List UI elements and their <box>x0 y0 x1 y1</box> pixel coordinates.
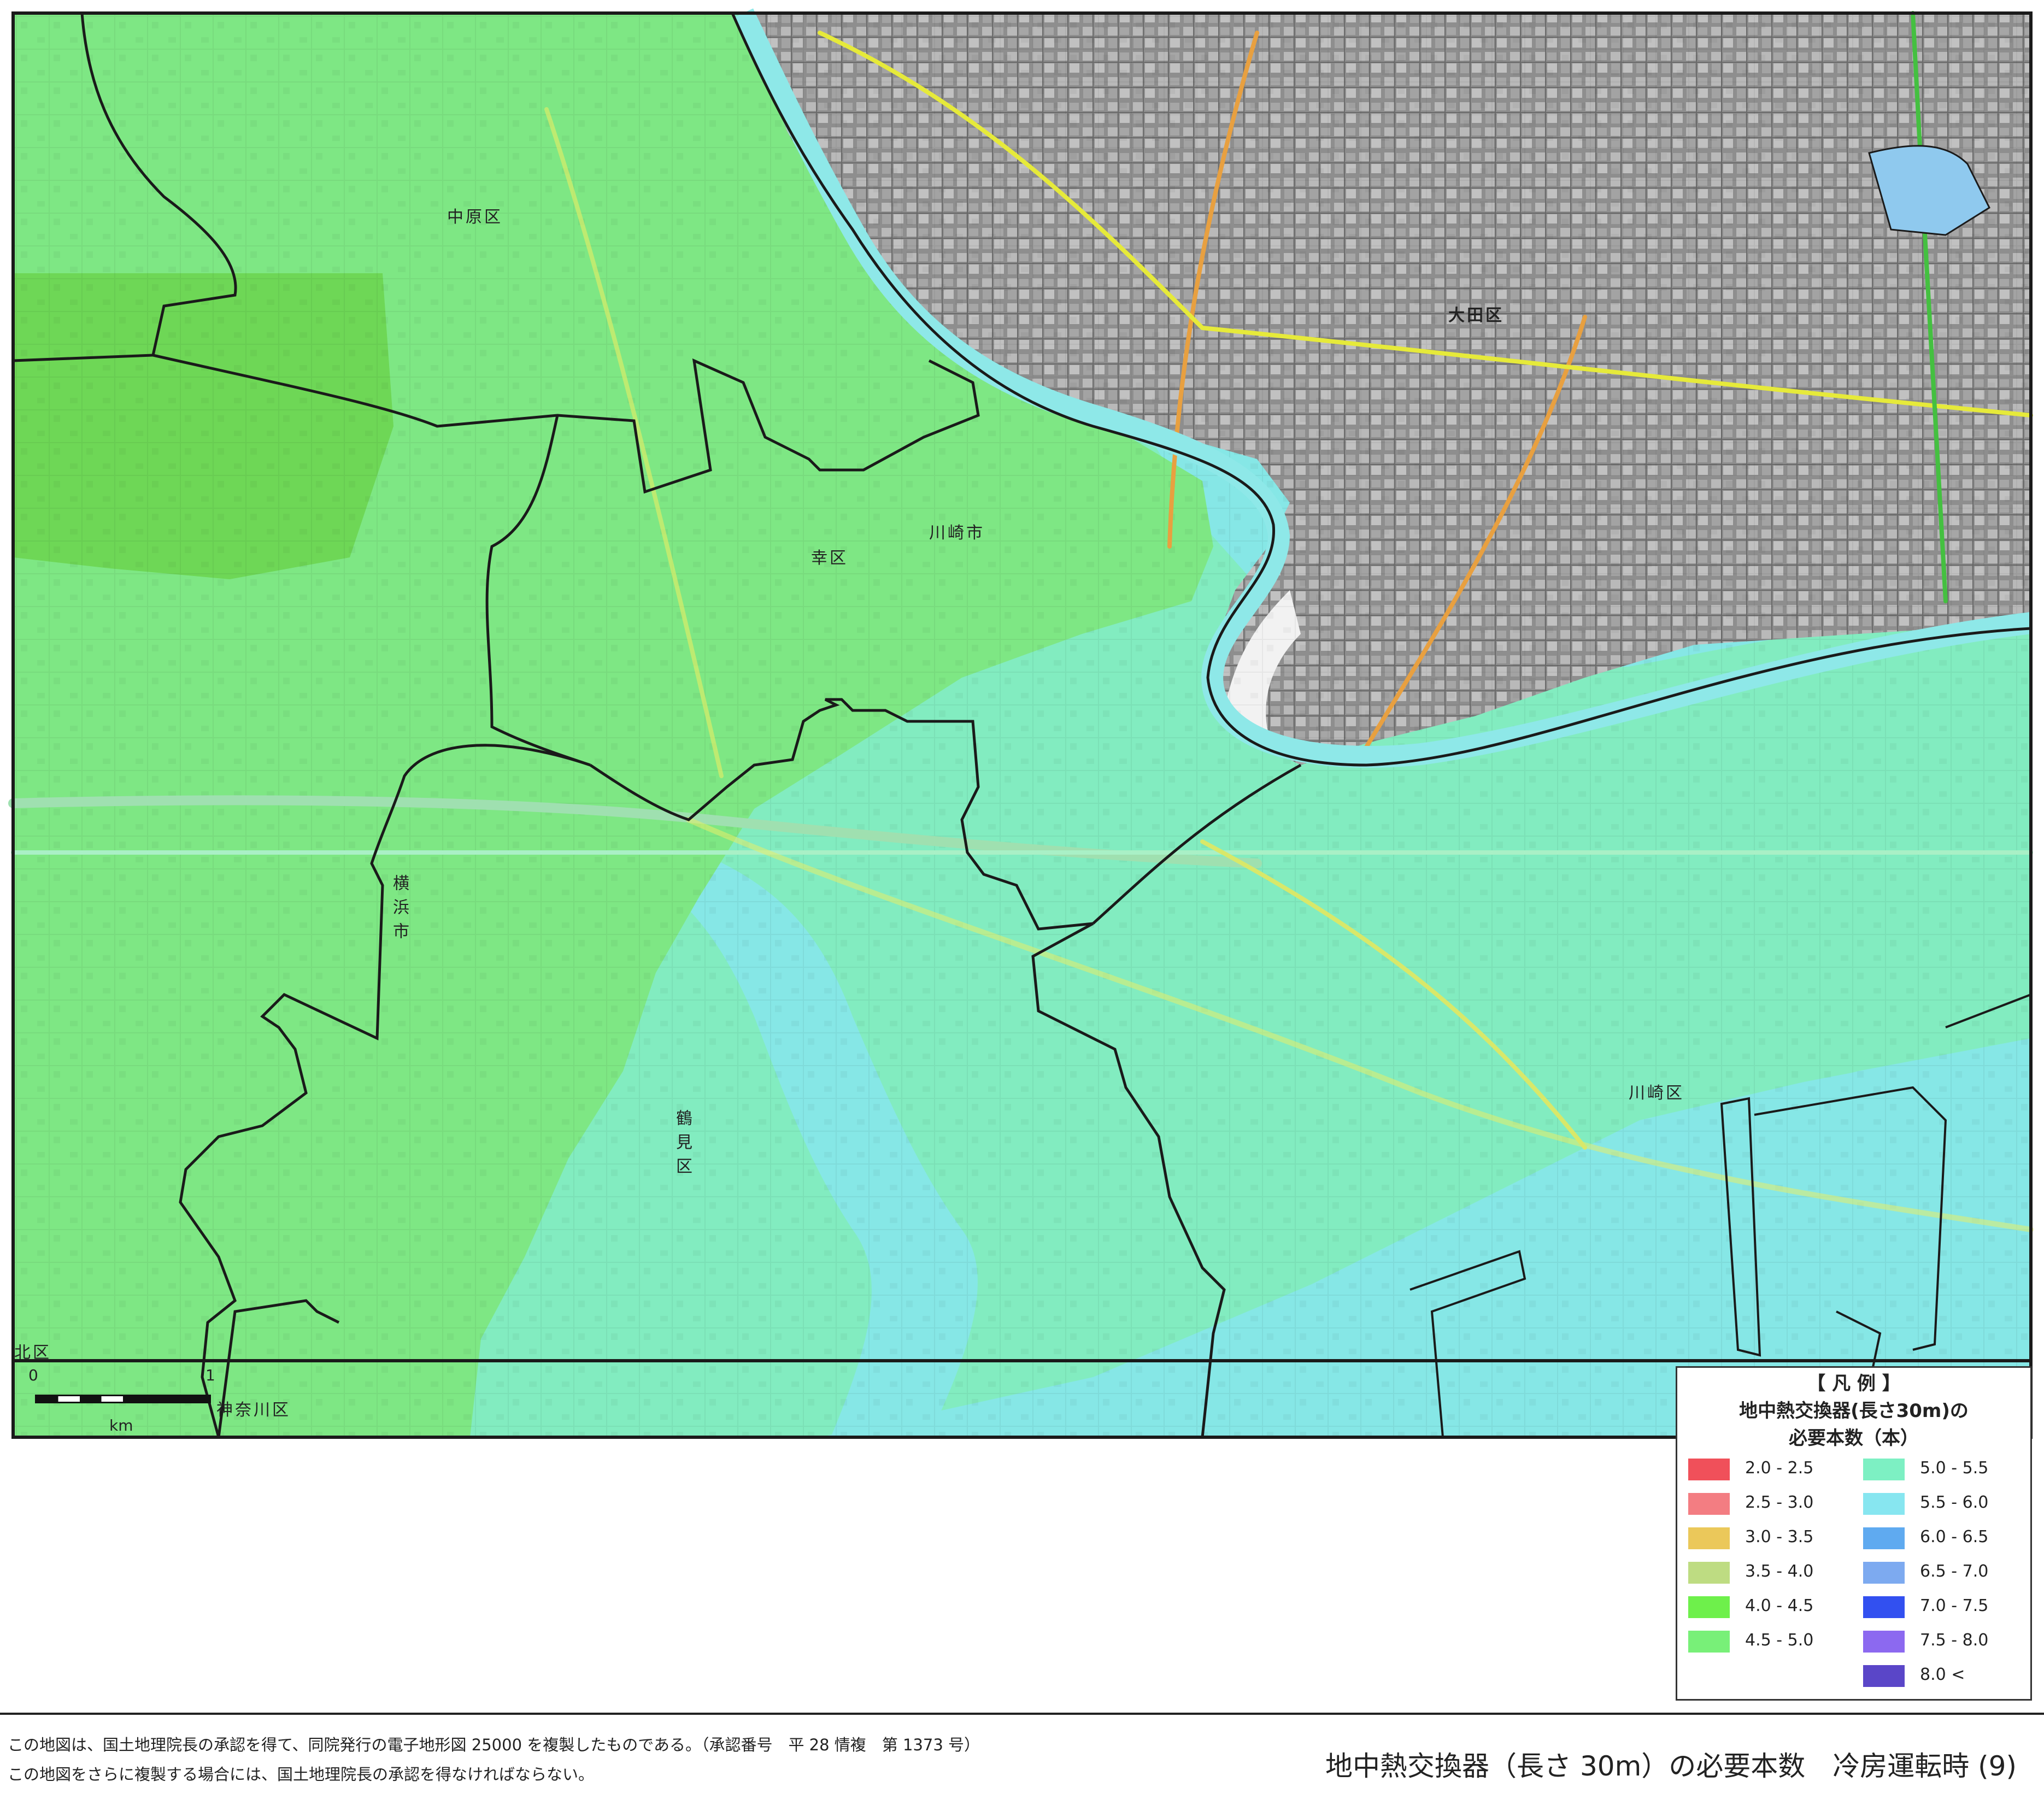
footer: この地図は、国土地理院長の承認を得て、同院発行の電子地形図 25000 を複製し… <box>0 1713 2044 1811</box>
scale-unit: km <box>109 1416 133 1434</box>
label-tsurumi: 鶴見区 <box>673 1109 692 1181</box>
legend-swatch <box>1688 1631 1730 1653</box>
legend-swatch <box>1863 1493 1905 1515</box>
legend-heading: 【 凡 例 】 <box>1807 1373 1901 1395</box>
label-kawasaki-city: 川崎市 <box>929 524 985 543</box>
label-nakahara: 中原区 <box>447 208 503 227</box>
label-saiwai: 幸区 <box>811 549 848 568</box>
legend-label: 5.5 - 6.0 <box>1920 1493 1989 1512</box>
map-texture <box>13 13 2031 1437</box>
legend-subtitle-2: 必要本数（本） <box>1789 1427 1919 1449</box>
legend-swatch <box>1863 1631 1905 1653</box>
legend-swatch <box>1863 1596 1905 1618</box>
scale-bar-graphic <box>35 1395 211 1403</box>
label-ota: 大田区 <box>1448 306 1504 325</box>
footer-note-1: この地図は、国土地理院長の承認を得て、同院発行の電子地形図 25000 を複製し… <box>8 1736 980 1754</box>
legend-label: 8.0 < <box>1920 1665 1965 1684</box>
footer-note-2: この地図をさらに複製する場合には、国土地理院長の承認を得なければならない。 <box>8 1765 595 1784</box>
legend-label: 7.0 - 7.5 <box>1920 1596 1989 1615</box>
label-kanagawa: 神奈川区 <box>216 1401 291 1420</box>
legend-label: 6.0 - 6.5 <box>1920 1527 1989 1547</box>
legend-label: 7.5 - 8.0 <box>1920 1631 1989 1650</box>
legend-swatch <box>1863 1562 1905 1584</box>
legend-label: 6.5 - 7.0 <box>1920 1562 1989 1581</box>
legend-swatch <box>1688 1562 1730 1584</box>
legend-swatch <box>1688 1527 1730 1549</box>
label-kohoku: 北区 <box>14 1343 51 1362</box>
legend-swatch <box>1688 1459 1730 1480</box>
label-yokohama-city: 横浜市 <box>390 874 409 946</box>
scale-one: 1 <box>205 1366 215 1384</box>
legend-swatch <box>1863 1527 1905 1549</box>
legend: 【 凡 例 】 地中熱交換器(長さ30m)の 必要本数（本） 2.0 - 2.5… <box>1676 1366 2032 1701</box>
legend-subtitle-1: 地中熱交換器(長さ30m)の <box>1739 1400 1969 1422</box>
legend-label: 4.5 - 5.0 <box>1745 1631 1814 1650</box>
legend-swatch <box>1688 1596 1730 1618</box>
map-title: 地中熱交換器（長さ 30m）の必要本数 冷房運転時 (9) <box>1325 1750 2017 1782</box>
legend-label: 3.0 - 3.5 <box>1745 1527 1814 1547</box>
legend-swatch <box>1863 1665 1905 1687</box>
legend-label: 4.0 - 4.5 <box>1745 1596 1814 1615</box>
scale-zero: 0 <box>28 1366 38 1384</box>
legend-label: 3.5 - 4.0 <box>1745 1562 1814 1581</box>
legend-label: 2.0 - 2.5 <box>1745 1459 1814 1478</box>
legend-label: 5.0 - 5.5 <box>1920 1459 1989 1478</box>
legend-swatch <box>1688 1493 1730 1515</box>
label-kawasaki-ward: 川崎区 <box>1629 1084 1684 1103</box>
legend-label: 2.5 - 3.0 <box>1745 1493 1814 1512</box>
legend-swatch <box>1863 1459 1905 1480</box>
